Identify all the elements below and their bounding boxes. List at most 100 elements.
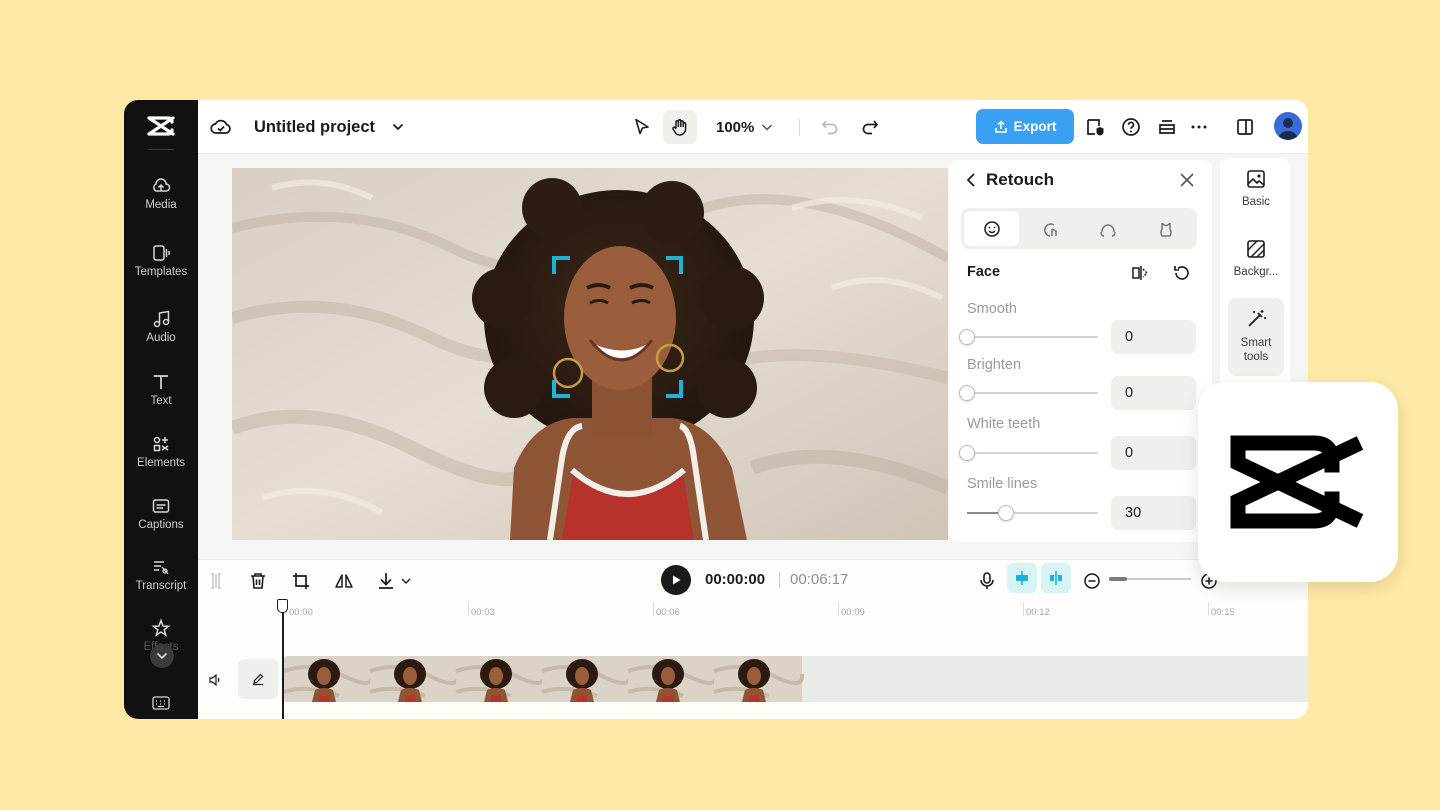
sidebar-item-text[interactable]: Text [124, 372, 198, 422]
link-toggle[interactable] [1041, 563, 1071, 593]
layers-stack-icon[interactable] [1156, 116, 1178, 138]
slider-knob[interactable] [959, 445, 975, 461]
neck-body-icon [1159, 222, 1172, 237]
play-button[interactable] [661, 565, 691, 595]
smooth-slider[interactable] [959, 329, 1098, 345]
rail-item-smart-tools[interactable]: Smart tools [1228, 298, 1284, 376]
editor-window: Media Templates Audio Text Elements Capt… [124, 100, 1308, 719]
sidebar-item-label: Templates [134, 266, 188, 278]
tab-reshape[interactable] [1022, 211, 1077, 246]
select-pointer-icon[interactable] [632, 117, 652, 137]
tab-face[interactable] [964, 211, 1019, 246]
zoom-slider-knob[interactable] [1109, 577, 1127, 581]
compare-icon[interactable] [1130, 263, 1150, 283]
top-bar: Untitled project 100% Export [198, 100, 1308, 154]
brighten-slider[interactable] [959, 385, 1098, 401]
sidebar-item-label: Text [150, 395, 172, 407]
ruler-label: 00:00 [289, 607, 313, 618]
video-track [284, 656, 1308, 702]
beach-portrait-image [232, 168, 948, 540]
project-title[interactable]: Untitled project [254, 118, 375, 137]
keyboard-icon[interactable] [152, 696, 170, 710]
sidebar-item-audio[interactable]: Audio [124, 309, 198, 359]
track-edit-button[interactable] [238, 659, 278, 699]
zoom-out-icon[interactable] [1082, 571, 1102, 591]
redo-icon[interactable] [860, 117, 880, 137]
shield-check-icon[interactable] [1084, 116, 1106, 138]
white-teeth-slider[interactable] [959, 445, 1098, 461]
text-t-icon [154, 375, 168, 389]
more-horizontal-icon[interactable] [1188, 116, 1210, 138]
pencil-icon [253, 673, 264, 686]
sidebar-item-media[interactable]: Media [124, 176, 198, 226]
help-icon[interactable] [1120, 116, 1142, 138]
back-chevron-icon[interactable] [965, 172, 977, 188]
export-label: Export [1013, 119, 1057, 134]
sidebar-item-captions[interactable]: Captions [124, 496, 198, 546]
export-button[interactable]: Export [976, 109, 1074, 144]
sidebar-item-templates[interactable]: Templates [124, 243, 198, 293]
slider-label-brighten: Brighten [967, 357, 1022, 373]
slider-knob[interactable] [959, 329, 975, 345]
captions-icon [152, 499, 170, 513]
delete-trash-icon[interactable] [248, 571, 268, 591]
sidebar-divider [148, 149, 174, 150]
user-icon [1278, 118, 1298, 140]
sidebar-item-transcript[interactable]: Transcript [124, 557, 198, 607]
crop-icon[interactable] [291, 571, 311, 591]
microphone-icon[interactable] [977, 571, 997, 591]
ruler-tick [653, 602, 654, 616]
upload-icon [994, 119, 1007, 133]
cloud-sync-icon[interactable] [210, 117, 232, 137]
templates-icon [153, 245, 170, 261]
brighten-value-input[interactable]: 0 [1111, 376, 1196, 410]
split-icon[interactable] [206, 571, 226, 591]
panel-title: Retouch [986, 170, 1054, 189]
canvas-preview[interactable] [232, 168, 948, 540]
hand-tool-button[interactable] [663, 110, 697, 144]
effects-star-icon [151, 618, 171, 637]
clip-thumbnails [284, 656, 805, 702]
rail-item-background[interactable]: Backgr... [1228, 238, 1284, 288]
capcut-logo-icon[interactable] [146, 114, 176, 138]
panel-layout-icon[interactable] [1234, 116, 1256, 138]
sidebar-item-label: Transcript [135, 580, 187, 592]
slider-knob[interactable] [959, 385, 975, 401]
volume-icon[interactable] [208, 673, 222, 687]
ruler-tick [1208, 602, 1209, 616]
total-duration: 00:06:17 [790, 571, 849, 588]
mirror-flip-icon[interactable] [334, 571, 354, 591]
ruler-label: 00:09 [841, 607, 865, 618]
chevron-down-icon[interactable] [400, 571, 412, 591]
sidebar-item-elements[interactable]: Elements [124, 434, 198, 484]
face-smile-icon [983, 220, 1000, 237]
close-icon[interactable] [1179, 172, 1195, 188]
undo-icon[interactable] [820, 117, 840, 137]
white-teeth-value-input[interactable]: 0 [1111, 436, 1196, 470]
playhead-handle[interactable] [277, 599, 288, 613]
download-icon[interactable] [376, 571, 396, 591]
timeline-zoom-slider[interactable] [1109, 577, 1191, 581]
video-clip[interactable] [284, 656, 808, 702]
retouch-panel: Retouch Face Smooth 0 Brighten 0 White t… [949, 160, 1212, 542]
head-outline-icon [1099, 223, 1116, 237]
chevron-down-icon[interactable] [392, 122, 404, 132]
zoom-level[interactable]: 100% [716, 119, 754, 136]
sidebar-more-button[interactable] [150, 644, 174, 668]
tab-body[interactable] [1080, 211, 1135, 246]
rail-item-basic[interactable]: Basic [1228, 168, 1284, 218]
playhead[interactable] [277, 599, 288, 719]
ruler-label: 00:15 [1211, 607, 1235, 618]
smooth-value-input[interactable]: 0 [1111, 320, 1196, 354]
tab-makeup[interactable] [1138, 211, 1193, 246]
chevron-down-icon[interactable] [761, 123, 773, 132]
capcut-logo-icon [1230, 435, 1364, 529]
user-avatar[interactable] [1274, 112, 1302, 140]
slider-knob[interactable] [998, 505, 1015, 521]
reset-icon[interactable] [1172, 263, 1192, 283]
snap-toggle[interactable] [1007, 563, 1037, 593]
rail-item-label: Backgr... [1233, 266, 1279, 278]
smile-lines-value-input[interactable]: 30 [1111, 496, 1196, 530]
toolbar-divider [799, 119, 800, 136]
smile-lines-slider[interactable] [967, 505, 1098, 521]
